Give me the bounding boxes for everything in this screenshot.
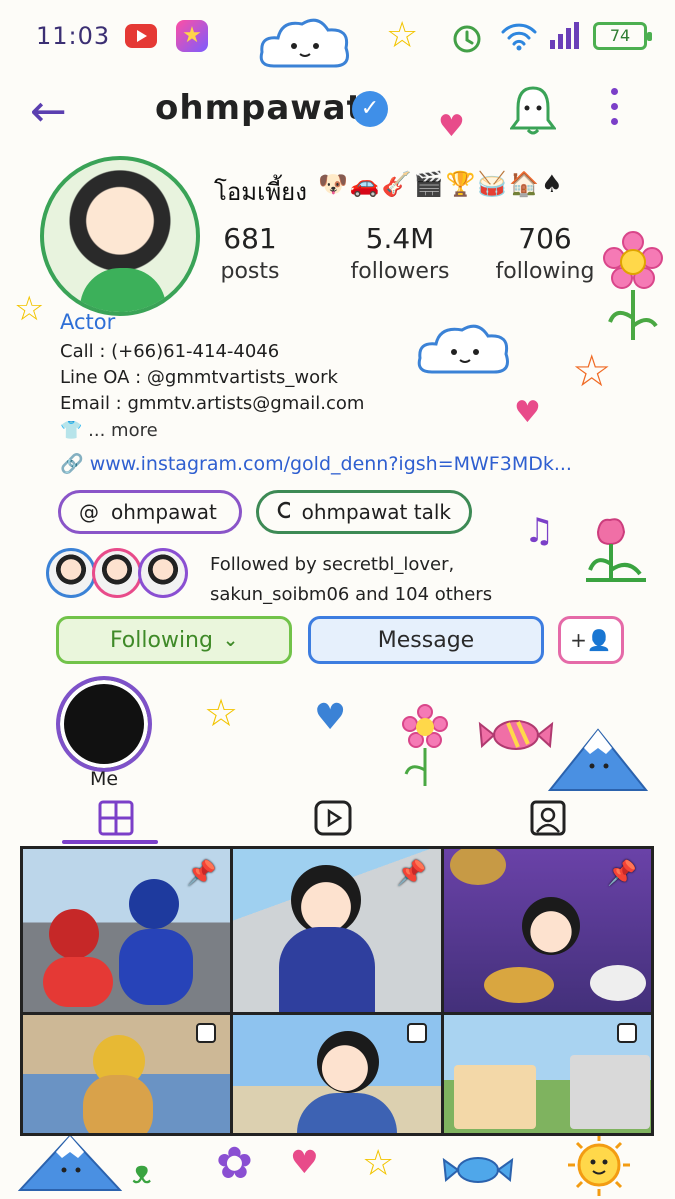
bio-website-url: www.instagram.com/gold_denn?igsh=MWF3MDk… [89,453,572,475]
story-highlight-me[interactable] [56,676,152,772]
following-button-label: Following [109,627,213,653]
avatar[interactable] [40,156,200,316]
music-note-decoration-icon: ♫ [524,511,555,551]
stat-followers-label: followers [350,259,450,284]
shirt-icon: 👕 [60,420,83,441]
sun-decoration-icon [568,1134,630,1196]
bio-more-label: ... more [88,420,158,441]
notification-bell-icon[interactable] [510,82,556,138]
heart-decoration-icon: ♥ [438,109,465,144]
tulip-decoration-icon [586,518,646,582]
battery-indicator: 74 [593,22,652,50]
star-decoration-icon: ☆ [386,15,419,56]
post-thumbnail[interactable]: 📌 [443,849,651,1012]
search-chip[interactable]: ohmpawat talk [256,490,472,534]
post-thumbnail[interactable]: 📌 [23,849,231,1012]
grass-decoration-icon: ᴥ [132,1153,152,1191]
display-name: โอมเพี้ยง [214,178,307,206]
mutual-avatar [92,548,142,598]
wifi-icon [501,23,537,51]
add-user-icon: +👤 [570,628,612,652]
mutual-avatar [138,548,188,598]
stat-followers-value: 5.4M [365,222,435,255]
more-options-icon[interactable] [604,88,624,134]
cloud-decoration-icon [417,324,509,374]
stat-following[interactable]: 706 following [490,222,600,284]
threads-icon: @ [79,500,99,524]
star-decoration-icon: ☆ [362,1143,395,1184]
pin-icon: 📌 [607,859,637,887]
select-checkbox[interactable] [616,1023,637,1043]
post-thumbnail[interactable] [23,1015,231,1133]
back-arrow-icon[interactable]: ← [30,90,67,134]
star-decoration-icon: ☆ [572,346,612,397]
verified-badge-icon: ✓ [352,91,388,127]
threads-chip-label: ohmpawat [111,500,217,524]
page-title: ohmpawat [155,88,364,128]
followed-by-text[interactable]: Followed by secretbl_lover, sakun_soibm0… [210,550,530,610]
search-icon [277,501,290,519]
signal-icon [550,22,579,49]
mutual-avatar [46,548,96,598]
pin-icon: 📌 [396,859,427,887]
story-highlight-label: Me [89,768,119,790]
youtube-icon [125,24,157,48]
stat-posts[interactable]: 681 posts [205,222,295,284]
search-chip-label: ohmpawat talk [301,500,451,524]
stat-posts-label: posts [220,259,280,284]
avatar-shirt [80,268,166,312]
add-user-button[interactable]: +👤 [558,616,624,664]
candy-decoration-icon [478,720,554,750]
post-thumbnail[interactable] [233,1015,441,1133]
stat-following-label: following [495,259,595,284]
tab-reels-icon[interactable] [313,798,353,838]
chevron-down-icon: ⌄ [222,629,239,651]
post-thumbnail[interactable] [443,1015,651,1133]
mountain-decoration-icon [548,728,648,791]
bio-more-link[interactable]: 👕 ... more [60,420,158,441]
candy-decoration-icon [442,1157,514,1183]
status-time: 11:03 [36,22,111,50]
star-app-icon: ★ [176,20,208,52]
mutual-followers-avatars[interactable] [46,548,196,600]
bio-category: Actor [60,310,116,334]
posts-grid: 📌 📌 📌 [20,846,654,1136]
select-checkbox[interactable] [196,1023,217,1043]
mountain-decoration-icon [18,1134,122,1191]
active-tab-indicator [62,840,158,844]
display-name-emoji: 🐶🚗🎸🎬🏆🥁🏠♠ [318,170,565,198]
bio-line-call: Call : (+66)61-414-4046 [60,341,280,362]
flower-decoration-icon [402,704,448,786]
link-icon: 🔗 [60,453,84,475]
select-checkbox[interactable] [406,1023,427,1043]
heart-decoration-icon: ♥ [514,395,541,430]
heart-decoration-icon: ♥ [314,697,347,738]
tab-grid-icon[interactable] [96,798,136,838]
post-thumbnail[interactable]: 📌 [233,849,441,1012]
star-decoration-icon: ☆ [14,289,45,329]
threads-chip[interactable]: @ ohmpawat [58,490,242,534]
stat-following-value: 706 [518,222,572,255]
following-button[interactable]: Following ⌄ [56,616,292,664]
bio-website-link[interactable]: 🔗 www.instagram.com/gold_denn?igsh=MWF3M… [60,452,572,475]
bio-line-email: Email : gmmtv.artists@gmail.com [60,393,365,414]
bio-line-line-oa: Line OA : @gmmtvartists_work [60,367,338,388]
cloud-decoration-icon [259,18,349,68]
alarm-icon [453,25,481,53]
flower-decoration-icon [603,231,663,340]
pin-icon: 📌 [186,859,217,887]
heart-decoration-icon: ♥ [290,1143,319,1181]
stat-followers[interactable]: 5.4M followers [340,222,460,284]
stat-posts-value: 681 [223,222,277,255]
flower-decoration-icon: ✿ [216,1138,253,1189]
message-button[interactable]: Message [308,616,544,664]
star-decoration-icon: ☆ [204,691,239,735]
tab-tagged-icon[interactable] [528,798,568,838]
